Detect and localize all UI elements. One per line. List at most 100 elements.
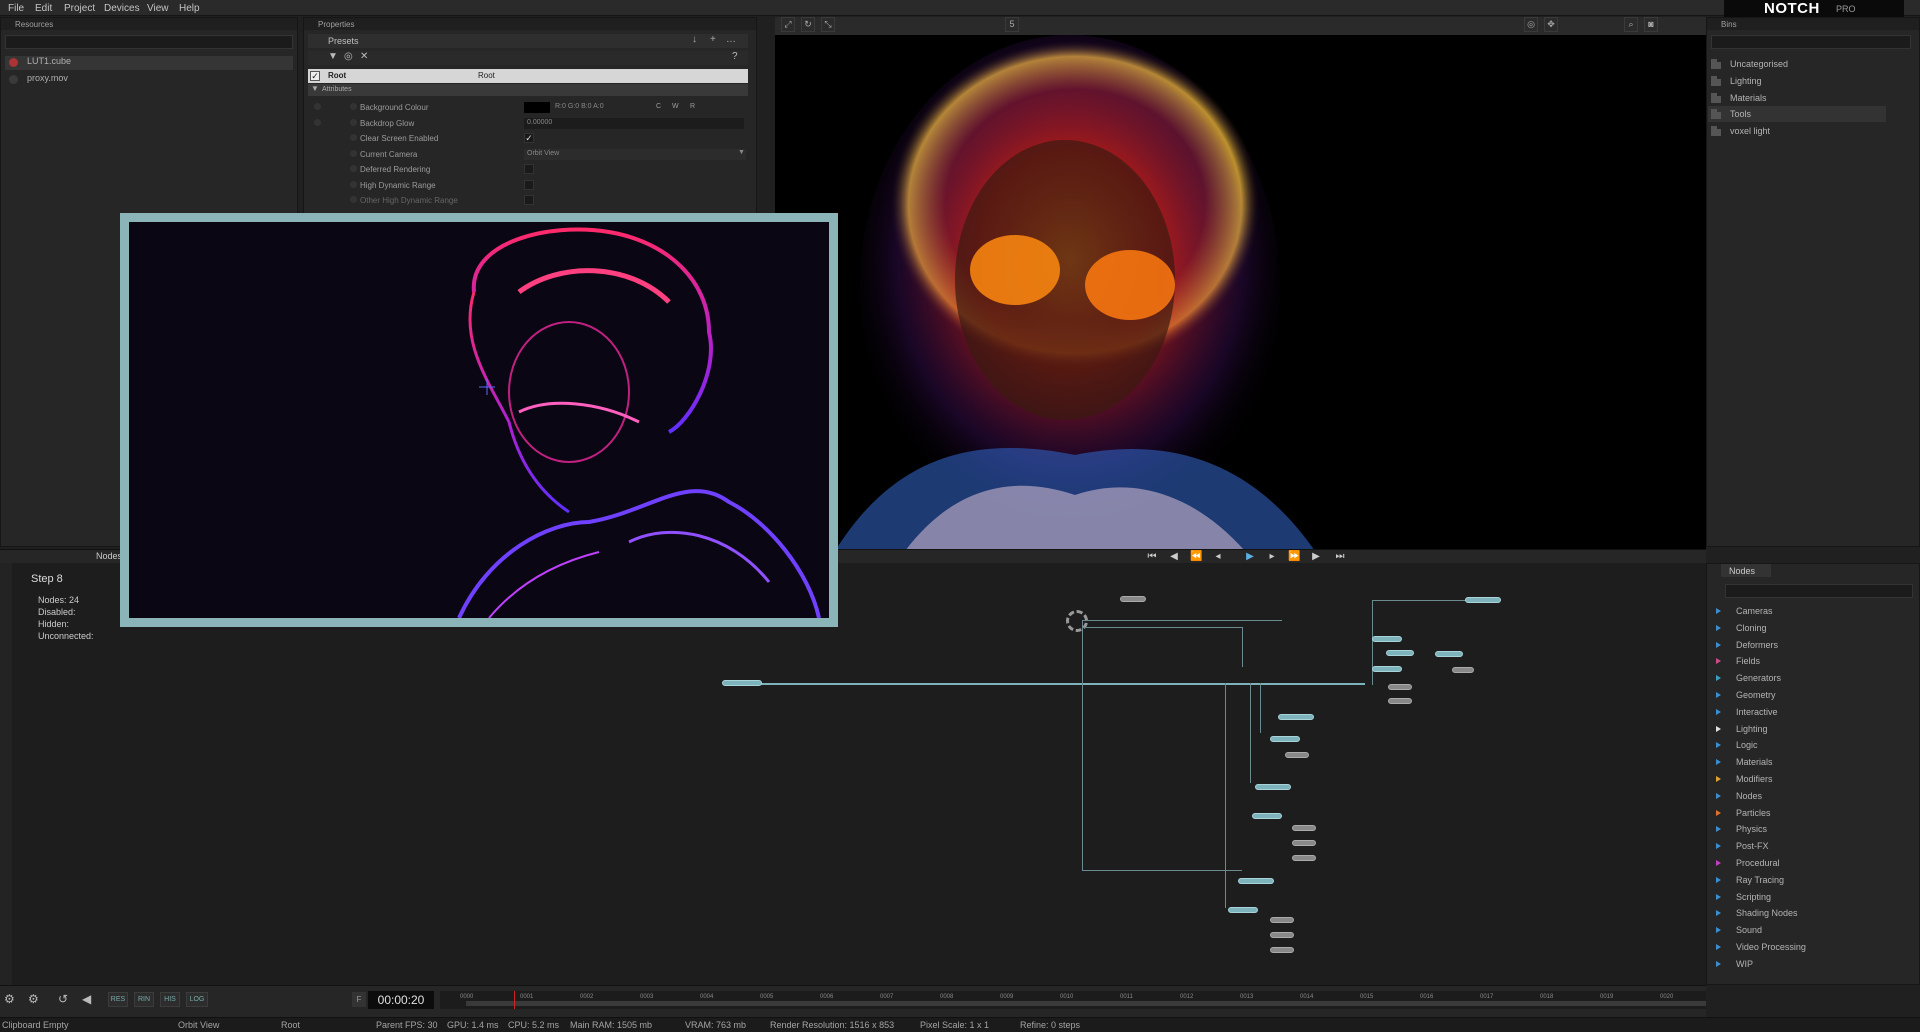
target-icon[interactable]: ◎ [344, 51, 353, 62]
graph-node[interactable] [1270, 917, 1294, 923]
graph-node[interactable] [1435, 651, 1463, 657]
node-category-item[interactable]: Lighting [1712, 721, 1882, 737]
graph-node[interactable] [1388, 698, 1412, 704]
nodegraph-tab[interactable]: Nodes [96, 551, 122, 561]
preview-overlay-window[interactable] [120, 213, 838, 627]
node-category-item[interactable]: Procedural [1712, 855, 1882, 871]
camera-orbit-icon[interactable]: ◎ [1524, 17, 1538, 32]
node-category-item[interactable]: Sound [1712, 922, 1882, 938]
node-category-item[interactable]: Materials [1712, 754, 1882, 770]
loop-icon[interactable]: ↺ [58, 992, 72, 1007]
node-category-item[interactable]: Ray Tracing [1712, 872, 1882, 888]
skip-start-icon[interactable]: ⏮ [1146, 551, 1158, 563]
back-icon[interactable]: ◀ [82, 992, 102, 1007]
graph-node[interactable] [1292, 840, 1316, 846]
node-category-item[interactable]: Modifiers [1712, 771, 1882, 787]
graph-node[interactable] [1270, 932, 1294, 938]
graph-node[interactable] [1285, 752, 1309, 758]
menu-view[interactable]: View [147, 3, 169, 14]
r-button[interactable]: R [690, 103, 695, 110]
graph-node[interactable] [722, 680, 762, 686]
node-category-item[interactable]: Particles [1712, 805, 1882, 821]
node-category-item[interactable]: Interactive [1712, 704, 1882, 720]
deferred-checkbox[interactable] [524, 164, 534, 174]
select-tool-icon[interactable]: ⤢ [781, 17, 795, 32]
step-forward-icon[interactable]: ▶ [1310, 551, 1322, 563]
settings-icon[interactable]: ⚙ [4, 992, 22, 1007]
playhead[interactable] [514, 991, 515, 1009]
node-category-item[interactable]: Geometry [1712, 687, 1882, 703]
other-hdr-checkbox[interactable] [524, 195, 534, 205]
graph-node[interactable] [1252, 813, 1282, 819]
root-row[interactable]: ✓ Root Root [308, 69, 748, 83]
node-category-item[interactable]: Nodes [1712, 788, 1882, 804]
next-frame-icon[interactable]: ▸ [1266, 551, 1278, 563]
rewind-icon[interactable]: ⏪ [1190, 551, 1202, 563]
gear-icon[interactable] [1066, 610, 1088, 632]
node-category-item[interactable]: Cloning [1712, 620, 1882, 636]
graph-node[interactable] [1270, 947, 1294, 953]
graph-node[interactable] [1238, 878, 1274, 884]
zoom-icon[interactable]: ⌕ [1624, 17, 1638, 32]
node-category-item[interactable]: Deformers [1712, 637, 1882, 653]
graph-node[interactable] [1255, 784, 1291, 790]
graph-node[interactable] [1292, 855, 1316, 861]
help-icon[interactable]: ? [732, 51, 738, 62]
c-button[interactable]: C [656, 103, 661, 110]
menu-help[interactable]: Help [179, 3, 200, 14]
graph-node[interactable] [1386, 650, 1414, 656]
node-category-item[interactable]: Scripting [1712, 889, 1882, 905]
menu-devices[interactable]: Devices [104, 3, 140, 14]
graph-node[interactable] [1388, 684, 1412, 690]
bin-item[interactable]: voxel light [1708, 123, 1886, 139]
download-icon[interactable]: ↓ [692, 34, 697, 45]
graph-node[interactable] [1278, 714, 1314, 720]
more-icon[interactable]: … [726, 34, 736, 45]
w-button[interactable]: W [672, 103, 679, 110]
move-icon[interactable]: ✥ [1544, 17, 1558, 32]
prev-frame-icon[interactable]: ◂ [1212, 551, 1224, 563]
fps-icon[interactable]: F [352, 992, 366, 1007]
resources-search-input[interactable] [5, 35, 293, 49]
bin-item[interactable]: Lighting [1708, 73, 1886, 89]
log-button[interactable]: LOG [186, 992, 208, 1007]
skip-end-icon[interactable]: ⏭ [1334, 551, 1346, 563]
node-category-item[interactable]: Cameras [1712, 603, 1882, 619]
bin-item[interactable]: Uncategorised [1708, 56, 1886, 72]
gear-alt-icon[interactable]: ⚙ [28, 992, 48, 1007]
his-button[interactable]: HIS [160, 992, 180, 1007]
main-viewport[interactable] [775, 17, 1706, 551]
graph-node[interactable] [1270, 736, 1300, 742]
scale-tool-icon[interactable]: ⤡ [821, 17, 835, 32]
clear-icon[interactable]: ✕ [360, 51, 368, 62]
menu-edit[interactable]: Edit [35, 3, 52, 14]
viewport-counter[interactable]: 5 [1005, 17, 1019, 32]
graph-node[interactable] [1228, 907, 1258, 913]
node-category-item[interactable]: Generators [1712, 670, 1882, 686]
graph-node[interactable] [1372, 636, 1402, 642]
rin-button[interactable]: RIN [134, 992, 154, 1007]
node-category-item[interactable]: Fields [1712, 653, 1882, 669]
hdr-checkbox[interactable] [524, 180, 534, 190]
node-category-item[interactable]: Video Processing [1712, 939, 1882, 955]
nodes-search-input[interactable] [1725, 584, 1913, 598]
node-category-item[interactable]: Physics [1712, 821, 1882, 837]
step-back-icon[interactable]: ◀ [1168, 551, 1180, 563]
filter-icon[interactable]: ▼ [328, 51, 338, 62]
graph-node[interactable] [1120, 596, 1146, 602]
clear-screen-checkbox[interactable]: ✓ [524, 133, 534, 143]
root-checkbox[interactable]: ✓ [310, 71, 320, 81]
colour-swatch[interactable] [524, 102, 550, 113]
bin-item[interactable]: Materials [1708, 90, 1886, 106]
graph-node[interactable] [1465, 597, 1501, 603]
nodes-tab[interactable]: Nodes [1721, 564, 1771, 577]
timeline-track[interactable] [466, 1001, 1706, 1006]
res-button[interactable]: RES [108, 992, 128, 1007]
menu-project[interactable]: Project [64, 3, 95, 14]
bins-search-input[interactable] [1711, 35, 1911, 49]
rotate-tool-icon[interactable]: ↻ [801, 17, 815, 32]
add-icon[interactable]: + [710, 34, 716, 45]
node-category-item[interactable]: Logic [1712, 737, 1882, 753]
node-category-item[interactable]: Post-FX [1712, 838, 1882, 854]
backdrop-glow-input[interactable]: 0.00000 [524, 118, 744, 129]
